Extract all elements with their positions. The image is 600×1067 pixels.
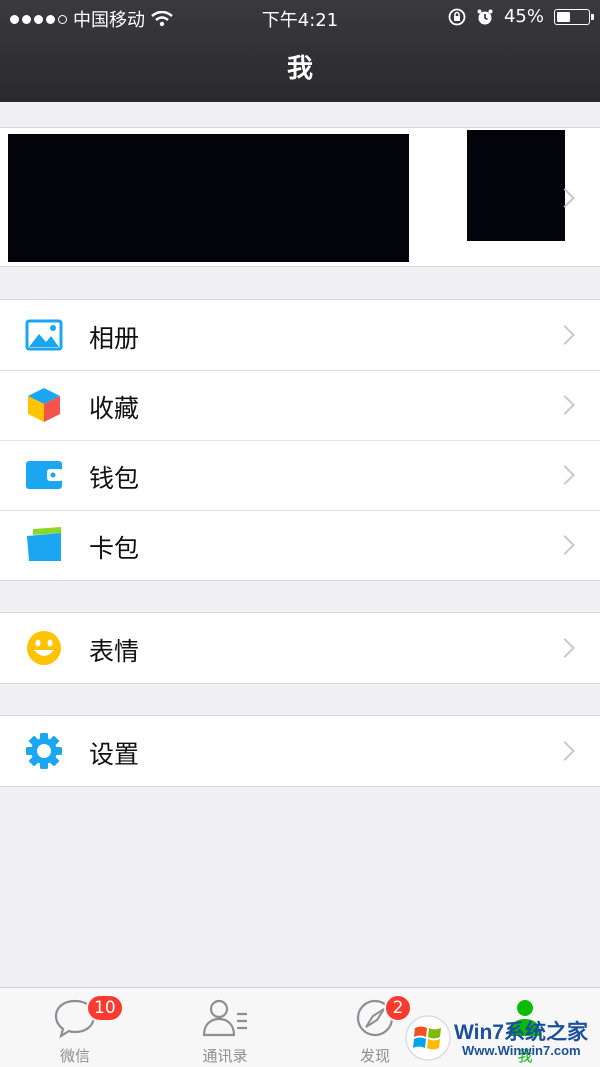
battery-fill xyxy=(557,11,570,22)
card-pack-icon xyxy=(27,527,61,561)
chevron-right-icon xyxy=(555,638,575,658)
watermark-line1: Win7系统之家 xyxy=(454,1021,588,1044)
battery-percent: 45% xyxy=(503,6,544,27)
alarm-icon xyxy=(477,9,493,24)
watermark-line2: Www.Winwin7.com xyxy=(462,1043,581,1058)
menu-item-settings[interactable]: 设置 xyxy=(0,716,600,786)
page-title: 我 xyxy=(286,54,313,84)
profile-card[interactable] xyxy=(0,127,600,267)
menu-item-label: 钱包 xyxy=(89,464,140,493)
redacted-name-block xyxy=(8,134,409,262)
chevron-right-icon xyxy=(555,535,575,555)
redacted-avatar-block xyxy=(467,130,565,241)
menu-item-stickers[interactable]: 表情 xyxy=(0,613,600,683)
status-bar: 中国移动 下午4:21 45% xyxy=(0,0,600,34)
tab-label: 微信 xyxy=(59,1047,90,1065)
screen: 中国移动 下午4:21 45% 我 相册 收藏 钱包 卡包 表情 设置 10 微… xyxy=(0,0,600,1067)
tab-contacts[interactable]: 通讯录 xyxy=(150,988,300,1067)
menu-item-album[interactable]: 相册 xyxy=(0,300,600,370)
header: 中国移动 下午4:21 45% 我 xyxy=(0,0,600,102)
menu-item-label: 设置 xyxy=(89,740,140,769)
unread-badge: 10 xyxy=(86,994,124,1022)
wallet-icon xyxy=(26,461,63,489)
favorites-icon xyxy=(28,388,60,422)
menu-item-favorites[interactable]: 收藏 xyxy=(0,370,600,440)
chevron-right-icon xyxy=(555,465,575,485)
orientation-lock-icon xyxy=(448,8,466,25)
menu-group-3: 设置 xyxy=(0,715,600,787)
tab-label: 通讯录 xyxy=(202,1047,248,1065)
menu-item-label: 卡包 xyxy=(89,534,140,563)
menu-item-label: 收藏 xyxy=(89,394,140,423)
sticker-smile-icon xyxy=(27,631,61,665)
chevron-right-icon xyxy=(555,395,575,415)
chevron-right-icon xyxy=(555,741,575,761)
menu-item-card-pack[interactable]: 卡包 xyxy=(0,510,600,580)
chevron-right-icon xyxy=(555,325,575,345)
menu-group-1: 相册 收藏 钱包 卡包 xyxy=(0,299,600,581)
menu-group-2: 表情 xyxy=(0,612,600,684)
battery-icon xyxy=(554,8,594,25)
menu-item-label: 表情 xyxy=(89,637,140,666)
menu-item-wallet[interactable]: 钱包 xyxy=(0,440,600,510)
settings-gear-icon xyxy=(26,733,62,769)
site-watermark: Win7系统之家 Www.Winwin7.com xyxy=(404,1010,600,1067)
menu-item-label: 相册 xyxy=(89,324,140,353)
windows-logo-icon xyxy=(405,1015,451,1061)
status-right: 45% xyxy=(448,6,594,27)
album-icon xyxy=(25,319,63,351)
tab-chats[interactable]: 10 微信 xyxy=(0,988,150,1067)
contacts-icon xyxy=(202,999,247,1037)
